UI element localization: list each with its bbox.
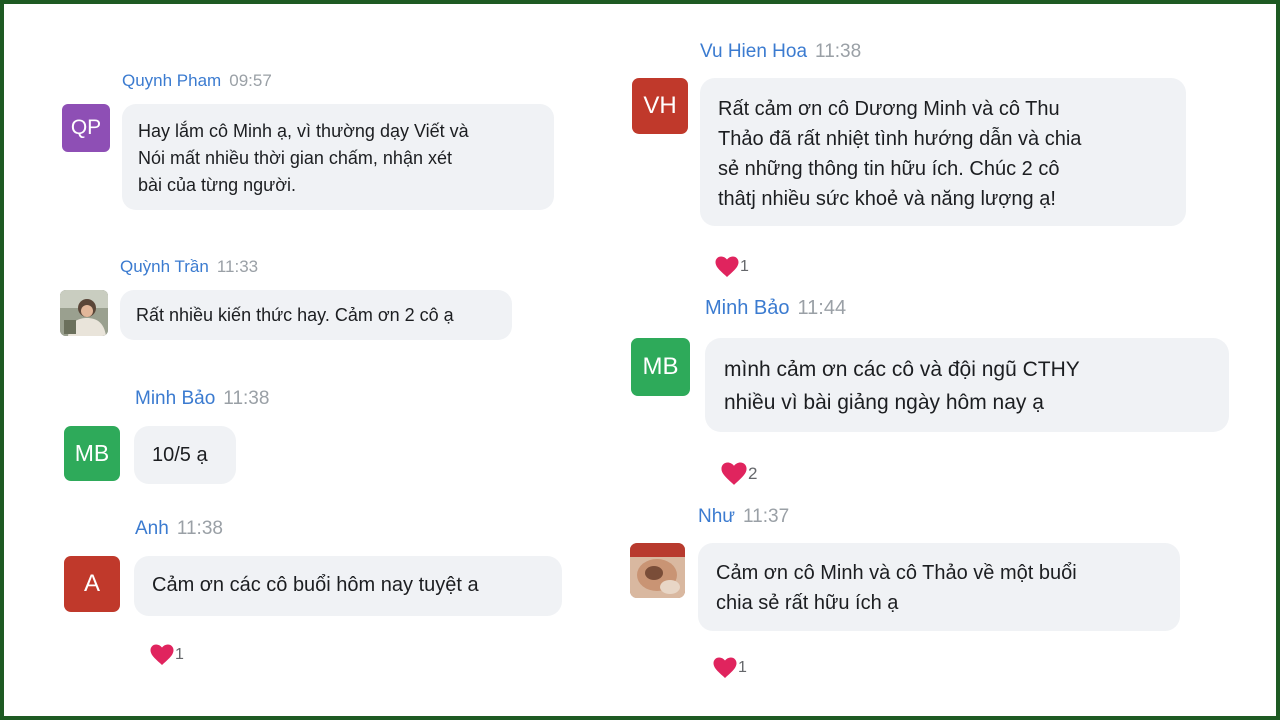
message-header: Quynh Pham 09:57 <box>122 72 272 89</box>
message-bubble[interactable]: Cảm ơn các cô buổi hôm nay tuyệt a <box>134 556 562 616</box>
avatar-initials: MB <box>74 440 110 466</box>
author-name[interactable]: Minh Bảo <box>135 388 215 409</box>
avatar[interactable] <box>60 290 108 336</box>
message-header: Anh 11:38 <box>135 519 223 538</box>
timestamp: 11:37 <box>743 506 790 527</box>
message-header: Minh Bảo 11:44 <box>705 298 846 318</box>
heart-icon <box>715 256 739 277</box>
message-bubble[interactable]: 10/5 ạ <box>134 426 236 484</box>
avatar-initials: MB <box>642 353 679 380</box>
author-name[interactable]: Quynh Pham <box>122 71 221 90</box>
profile-photo-icon <box>630 543 685 598</box>
reaction[interactable]: 1 <box>149 644 184 666</box>
reaction-count: 1 <box>740 258 749 275</box>
author-name[interactable]: Minh Bảo <box>705 297 790 319</box>
message-bubble[interactable]: mình cảm ơn các cô và đội ngũ CTHY nhiều… <box>705 338 1229 432</box>
message-bubble[interactable]: Rất cảm ơn cô Dương Minh và cô Thu Thảo … <box>700 78 1186 226</box>
timestamp: 11:38 <box>815 41 862 62</box>
reaction[interactable]: 1 <box>712 657 747 679</box>
heart-icon <box>713 657 737 678</box>
reaction-count: 1 <box>175 646 184 663</box>
reaction-count: 1 <box>738 659 747 676</box>
heart-icon <box>721 462 747 485</box>
avatar-initials: A <box>83 570 100 597</box>
message-header: Vu Hien Hoa 11:38 <box>700 42 861 61</box>
avatar-initials: QP <box>70 116 102 139</box>
reaction[interactable]: 2 <box>720 462 757 486</box>
message-header: Như 11:37 <box>698 507 789 526</box>
avatar-initials: VH <box>643 92 677 119</box>
avatar[interactable]: MB <box>64 426 120 481</box>
timestamp: 09:57 <box>229 71 272 90</box>
reaction[interactable]: 1 <box>714 256 749 278</box>
message-bubble[interactable]: Rất nhiều kiến thức hay. Cảm ơn 2 cô ạ <box>120 290 512 340</box>
author-name[interactable]: Quỳnh Trần <box>120 257 209 276</box>
avatar[interactable]: A <box>64 556 120 612</box>
avatar[interactable] <box>630 543 685 598</box>
timestamp: 11:33 <box>216 257 259 276</box>
profile-photo-icon <box>60 290 108 336</box>
timestamp: 11:38 <box>223 388 270 409</box>
message-bubble[interactable]: Hay lắm cô Minh ạ, vì thường dạy Viết và… <box>122 104 554 210</box>
timestamp: 11:38 <box>176 518 223 539</box>
author-name[interactable]: Như <box>698 506 735 527</box>
message-bubble[interactable]: Cảm ơn cô Minh và cô Thảo về một buổi ch… <box>698 543 1180 631</box>
heart-icon <box>150 644 174 665</box>
avatar[interactable]: MB <box>631 338 690 396</box>
timestamp: 11:44 <box>797 297 847 319</box>
message-header: Quỳnh Trần 11:33 <box>120 258 258 275</box>
author-name[interactable]: Anh <box>135 518 169 539</box>
author-name[interactable]: Vu Hien Hoa <box>700 41 807 62</box>
message-header: Minh Bảo 11:38 <box>135 389 269 408</box>
reaction-count: 2 <box>748 464 758 483</box>
avatar[interactable]: QP <box>62 104 110 152</box>
avatar[interactable]: VH <box>632 78 688 134</box>
